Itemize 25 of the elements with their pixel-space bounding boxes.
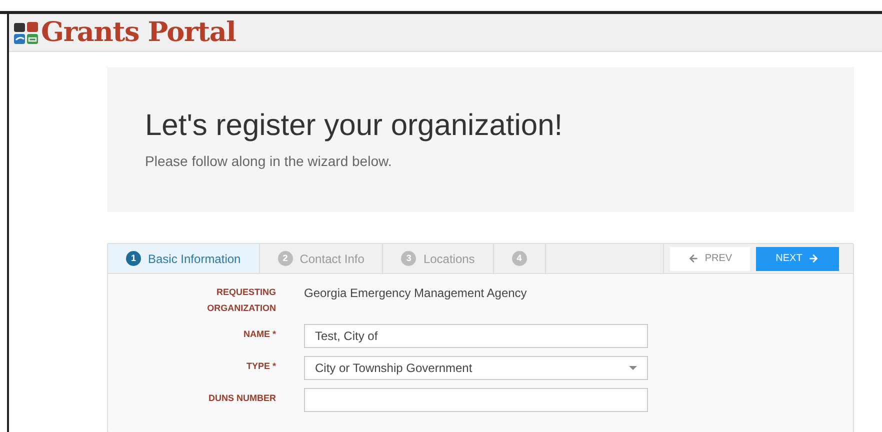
input-field[interactable] xyxy=(304,388,648,412)
hero-title: Let's register your organization! xyxy=(145,111,564,141)
prev-button[interactable]: PREV xyxy=(670,246,750,270)
wizard-step[interactable]: 4 xyxy=(494,244,546,273)
step-number: 3 xyxy=(401,251,416,266)
step-number: 1 xyxy=(126,251,141,266)
input-field[interactable]: Test, City of xyxy=(304,324,648,348)
logo-text[interactable]: Grants Portal xyxy=(41,19,236,46)
arrow-right-icon xyxy=(808,253,820,264)
select-field[interactable]: City or Township Government xyxy=(304,356,648,380)
hero-subtitle: Please follow along in the wizard below. xyxy=(145,152,393,171)
wizard-step[interactable]: 2 Contact Info xyxy=(260,244,384,273)
field-label: DUNS NUMBER xyxy=(208,392,276,405)
step-number: 4 xyxy=(512,251,527,266)
wizard-step[interactable]: 3 Locations xyxy=(383,244,494,273)
caret-icon xyxy=(629,366,637,370)
field-label: REQUESTING ORGANIZATION xyxy=(206,286,276,315)
arrow-left-icon xyxy=(688,253,699,264)
logo-icon xyxy=(13,20,39,44)
step-number: 2 xyxy=(278,251,293,266)
field-label: NAME * xyxy=(242,328,276,341)
organization-value: Georgia Emergency Management Agency xyxy=(304,285,528,302)
next-button[interactable]: NEXT xyxy=(756,246,839,270)
field-label: TYPE * xyxy=(245,360,276,373)
wizard-step[interactable]: 1 Basic Information xyxy=(108,244,260,273)
